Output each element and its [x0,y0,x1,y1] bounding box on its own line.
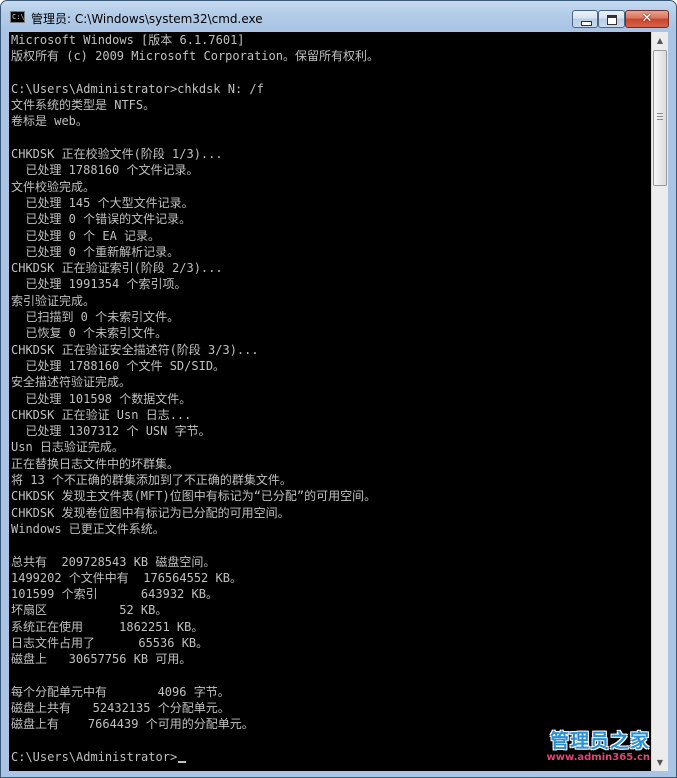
console-line: Microsoft Windows [版本 6.1.7601] [11,33,245,47]
close-button[interactable]: ✕ [625,10,669,28]
console-line: Windows 已更正文件系统。 [11,521,165,536]
console-line: 卷标是 web。 [11,114,88,129]
console-line: 系统正在使用 1862251 KB。 [11,619,204,634]
console-line: 已处理 0 个错误的文件记录。 [11,212,192,227]
console-line: 日志文件占用了 65536 KB。 [11,635,209,650]
console-line: 1499202 个文件中有 176564552 KB。 [11,570,242,585]
console-line: 总共有 209728543 KB 磁盘空间。 [11,554,216,569]
console-line: 已处理 1788160 个文件 SD/SID。 [11,358,226,373]
console-line: 已恢复 0 个未索引文件。 [11,326,168,341]
console-line: 磁盘上 30657756 KB 可用。 [11,652,192,667]
console-line: 版权所有 (c) 2009 Microsoft Corporation。保留所有… [11,49,379,64]
console-line: 已处理 0 个重新解析记录。 [11,244,180,259]
console-line: 已处理 101598 个数据文件。 [11,391,192,406]
thumb-grip [657,113,663,114]
minimize-icon [581,21,592,26]
watermark-brand: 管理员之家 [549,730,650,752]
console-line: Usn 日志验证完成。 [11,440,124,455]
thumb-grip [657,119,663,120]
thumb-grip [657,116,663,117]
console-line: CHKDSK 正在校验文件(阶段 1/3)... [11,147,223,162]
close-icon: ✕ [641,11,653,26]
maximize-button[interactable] [598,10,625,28]
console-line: 已处理 145 个大型文件记录。 [11,195,194,210]
console-line: 已处理 1788160 个文件记录。 [11,163,199,178]
site-watermark: 管理员之家 www.admin365.cn [547,732,650,763]
console-line: CHKDSK 发现卷位图中有标记为已分配的可用空间。 [11,505,290,520]
console-line: 索引验证完成。 [11,293,96,308]
scrollbar-thumb[interactable] [653,50,667,186]
console-line: 文件系统的类型是 NTFS。 [11,98,156,113]
scroll-up-arrow-icon[interactable]: ▲ [652,32,668,49]
console-line: 已扫描到 0 个未索引文件。 [11,310,180,325]
console-line: CHKDSK 正在验证安全描述符(阶段 3/3)... [11,342,259,357]
console-line: 正在替换日志文件中的坏群集。 [11,456,180,471]
cmd-icon[interactable]: C:\ [10,11,25,23]
console-line: 每个分配单元中有 4096 字节。 [11,684,230,699]
watermark-url: www.admin365.cn [546,752,650,763]
vertical-scrollbar[interactable]: ▲ ▼ [651,32,668,771]
console-line: 已处理 0 个 EA 记录。 [11,228,161,243]
text-cursor [178,761,187,764]
console-line: 文件校验完成。 [11,179,96,194]
minimize-button[interactable] [572,10,598,28]
scroll-down-arrow-icon[interactable]: ▼ [652,754,668,771]
console-line: 安全描述符验证完成。 [11,375,132,390]
title-bar[interactable]: C:\ 管理员: C:\Windows\system32\cmd.exe ✕ [1,1,676,33]
console-line: CHKDSK 正在验证索引(阶段 2/3)... [11,261,223,276]
console-text: Microsoft Windows [版本 6.1.7601] 版权所有 (c) … [9,32,651,749]
cmd-window: C:\ 管理员: C:\Windows\system32\cmd.exe ✕ M… [0,0,677,778]
window-title: 管理员: C:\Windows\system32\cmd.exe [31,12,263,26]
console-line: 坏扇区 52 KB。 [11,603,168,618]
console-line: 磁盘上共有 52432135 个分配单元。 [11,701,230,716]
maximize-icon [607,15,617,25]
console-line: CHKDSK 正在验证 Usn 日志... [11,407,192,422]
console-prompt: C:\Users\Administrator> [11,750,178,765]
console-line: 已处理 1307312 个 USN 字节。 [11,424,211,439]
console-output[interactable]: Microsoft Windows [版本 6.1.7601] 版权所有 (c) … [9,32,651,771]
console-line: 已处理 1991354 个索引项。 [11,277,187,292]
console-line: 将 13 个不正确的群集添加到了不正确的群集文件。 [11,473,292,488]
console-line: 101599 个索引 643932 KB。 [11,587,218,602]
console-line: CHKDSK 发现主文件表(MFT)位图中有标记为“已分配”的可用空间。 [11,489,377,504]
console-line: C:\Users\Administrator>chkdsk N: /f [11,81,264,96]
